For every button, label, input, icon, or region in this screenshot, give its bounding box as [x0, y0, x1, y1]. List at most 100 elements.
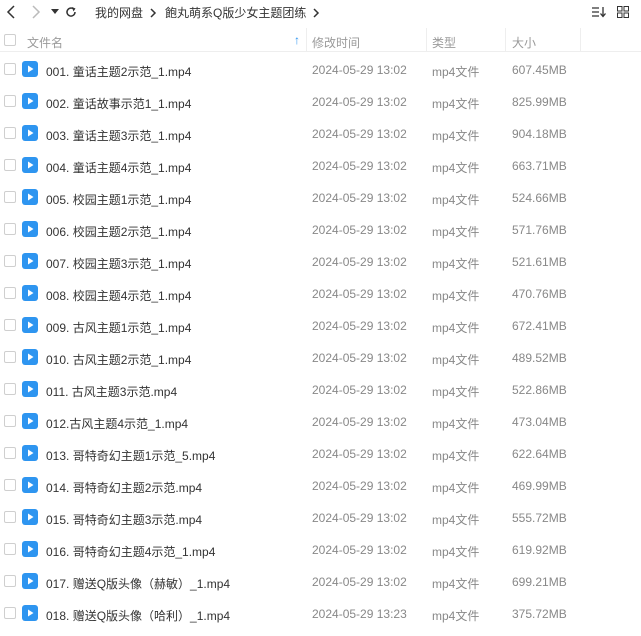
- column-divider[interactable]: [580, 28, 581, 52]
- row-checkbox[interactable]: [4, 255, 16, 267]
- file-row[interactable]: 011. 古风主题3示范.mp4 2024-05-29 13:02 mp4文件 522…: [0, 374, 641, 406]
- row-checkbox[interactable]: [4, 479, 16, 491]
- file-name[interactable]: 003. 童话主题3示范_1.mp4: [46, 127, 191, 144]
- column-divider[interactable]: [306, 28, 307, 52]
- file-row[interactable]: 001. 童话主题2示范_1.mp4 2024-05-29 13:02 mp4文件 6…: [0, 54, 641, 86]
- file-type: mp4文件: [432, 225, 480, 239]
- row-checkbox[interactable]: [4, 447, 16, 459]
- column-header-size[interactable]: 大小: [512, 34, 536, 51]
- file-name[interactable]: 012.古风主题4示范_1.mp4: [46, 415, 188, 432]
- file-name[interactable]: 016. 哥特奇幻主题4示范_1.mp4: [46, 543, 215, 560]
- row-checkbox[interactable]: [4, 319, 16, 331]
- row-checkbox[interactable]: [4, 287, 16, 299]
- breadcrumb-item-root[interactable]: 我的网盘: [95, 4, 143, 21]
- sort-button[interactable]: [590, 4, 608, 20]
- file-name[interactable]: 018. 赠送Q版头像（哈利）_1.mp4: [46, 607, 230, 624]
- video-file-icon: [22, 413, 38, 429]
- file-row[interactable]: 013. 哥特奇幻主题1示范_5.mp4 2024-05-29 13:02 mp4文…: [0, 438, 641, 470]
- file-type: mp4文件: [432, 193, 480, 207]
- file-name[interactable]: 010. 古风主题2示范_1.mp4: [46, 351, 191, 368]
- video-file-icon: [22, 221, 38, 237]
- file-row[interactable]: 002. 童话故事示范1_1.mp4 2024-05-29 13:02 mp4文件 8…: [0, 86, 641, 118]
- video-file-icon: [22, 477, 38, 493]
- row-checkbox[interactable]: [4, 159, 16, 171]
- file-size: 825.99MB: [512, 95, 567, 109]
- back-button[interactable]: [2, 2, 22, 22]
- sort-ascending-icon: ↑: [294, 33, 300, 47]
- file-name[interactable]: 001. 童话主题2示范_1.mp4: [46, 63, 191, 80]
- file-size: 555.72MB: [512, 511, 567, 525]
- row-checkbox[interactable]: [4, 191, 16, 203]
- file-type: mp4文件: [432, 129, 480, 143]
- column-header-type[interactable]: 类型: [432, 34, 456, 51]
- file-row[interactable]: 014. 哥特奇幻主题2示范.mp4 2024-05-29 13:02 mp4文件 4…: [0, 470, 641, 502]
- file-name[interactable]: 006. 校园主题2示范_1.mp4: [46, 223, 191, 240]
- chevron-right-icon: [32, 5, 41, 19]
- chevron-left-icon: [6, 5, 15, 19]
- file-row[interactable]: 017. 赠送Q版头像（赫敏）_1.mp4 2024-05-29 13:02 mp4…: [0, 566, 641, 598]
- row-checkbox[interactable]: [4, 223, 16, 235]
- row-checkbox[interactable]: [4, 543, 16, 555]
- file-row[interactable]: 005. 校园主题1示范_1.mp4 2024-05-29 13:02 mp4文件 5…: [0, 182, 641, 214]
- file-name[interactable]: 005. 校园主题1示范_1.mp4: [46, 191, 191, 208]
- column-divider[interactable]: [505, 28, 506, 52]
- row-checkbox[interactable]: [4, 351, 16, 363]
- file-row[interactable]: 012.古风主题4示范_1.mp4 2024-05-29 13:02 mp4文件 47…: [0, 406, 641, 438]
- file-name[interactable]: 009. 古风主题1示范_1.mp4: [46, 319, 191, 336]
- file-name[interactable]: 002. 童话故事示范1_1.mp4: [46, 95, 191, 112]
- select-all-checkbox[interactable]: [4, 34, 16, 46]
- file-name[interactable]: 011. 古风主题3示范.mp4: [46, 383, 177, 400]
- video-file-icon: [22, 541, 38, 557]
- row-checkbox[interactable]: [4, 95, 16, 107]
- file-name[interactable]: 013. 哥特奇幻主题1示范_5.mp4: [46, 447, 215, 464]
- file-row[interactable]: 007. 校园主题3示范_1.mp4 2024-05-29 13:02 mp4文件 5…: [0, 246, 641, 278]
- row-checkbox[interactable]: [4, 383, 16, 395]
- file-row[interactable]: 006. 校园主题2示范_1.mp4 2024-05-29 13:02 mp4文件 5…: [0, 214, 641, 246]
- file-row[interactable]: 009. 古风主题1示范_1.mp4 2024-05-29 13:02 mp4文件 6…: [0, 310, 641, 342]
- file-name[interactable]: 015. 哥特奇幻主题3示范.mp4: [46, 511, 202, 528]
- row-checkbox[interactable]: [4, 511, 16, 523]
- row-checkbox[interactable]: [4, 575, 16, 587]
- file-modified: 2024-05-29 13:02: [312, 383, 407, 397]
- file-type: mp4文件: [432, 577, 480, 591]
- file-size: 375.72MB: [512, 607, 567, 621]
- file-size: 470.76MB: [512, 287, 567, 301]
- row-checkbox[interactable]: [4, 607, 16, 619]
- file-type: mp4文件: [432, 609, 480, 623]
- file-modified: 2024-05-29 13:02: [312, 543, 407, 557]
- row-checkbox[interactable]: [4, 63, 16, 75]
- file-row[interactable]: 008. 校园主题4示范_1.mp4 2024-05-29 13:02 mp4文件 4…: [0, 278, 641, 310]
- file-type: mp4文件: [432, 385, 480, 399]
- row-checkbox[interactable]: [4, 415, 16, 427]
- file-row[interactable]: 004. 童话主题4示范_1.mp4 2024-05-29 13:02 mp4文件 6…: [0, 150, 641, 182]
- file-name[interactable]: 008. 校园主题4示范_1.mp4: [46, 287, 191, 304]
- file-name[interactable]: 007. 校园主题3示范_1.mp4: [46, 255, 191, 272]
- video-file-icon: [22, 189, 38, 205]
- file-row[interactable]: 003. 童话主题3示范_1.mp4 2024-05-29 13:02 mp4文件 9…: [0, 118, 641, 150]
- file-row[interactable]: 016. 哥特奇幻主题4示范_1.mp4 2024-05-29 13:02 mp4文…: [0, 534, 641, 566]
- video-file-icon: [22, 285, 38, 301]
- file-row[interactable]: 015. 哥特奇幻主题3示范.mp4 2024-05-29 13:02 mp4文件 5…: [0, 502, 641, 534]
- file-row[interactable]: 010. 古风主题2示范_1.mp4 2024-05-29 13:02 mp4文件 4…: [0, 342, 641, 374]
- column-header-modified[interactable]: 修改时间: [312, 34, 360, 51]
- file-modified: 2024-05-29 13:02: [312, 63, 407, 77]
- file-name[interactable]: 017. 赠送Q版头像（赫敏）_1.mp4: [46, 575, 230, 592]
- file-modified: 2024-05-29 13:02: [312, 255, 407, 269]
- forward-button[interactable]: [25, 2, 45, 22]
- file-row[interactable]: 018. 赠送Q版头像（哈利）_1.mp4 2024-05-29 13:23 mp4…: [0, 598, 641, 630]
- file-modified: 2024-05-29 13:02: [312, 415, 407, 429]
- file-type: mp4文件: [432, 257, 480, 271]
- file-type: mp4文件: [432, 161, 480, 175]
- file-modified: 2024-05-29 13:02: [312, 191, 407, 205]
- view-toggle-button[interactable]: [614, 4, 632, 20]
- file-type: mp4文件: [432, 417, 480, 431]
- file-name[interactable]: 004. 童话主题4示范_1.mp4: [46, 159, 191, 176]
- column-divider[interactable]: [426, 28, 427, 52]
- column-header-name[interactable]: 文件名: [27, 34, 63, 51]
- chevron-right-icon: [313, 7, 320, 18]
- file-name[interactable]: 014. 哥特奇幻主题2示范.mp4: [46, 479, 202, 496]
- file-size: 672.41MB: [512, 319, 567, 333]
- breadcrumb-item-current[interactable]: 飽丸萌系Q版少女主题团练: [165, 4, 306, 21]
- row-checkbox[interactable]: [4, 127, 16, 139]
- refresh-button[interactable]: [61, 2, 81, 22]
